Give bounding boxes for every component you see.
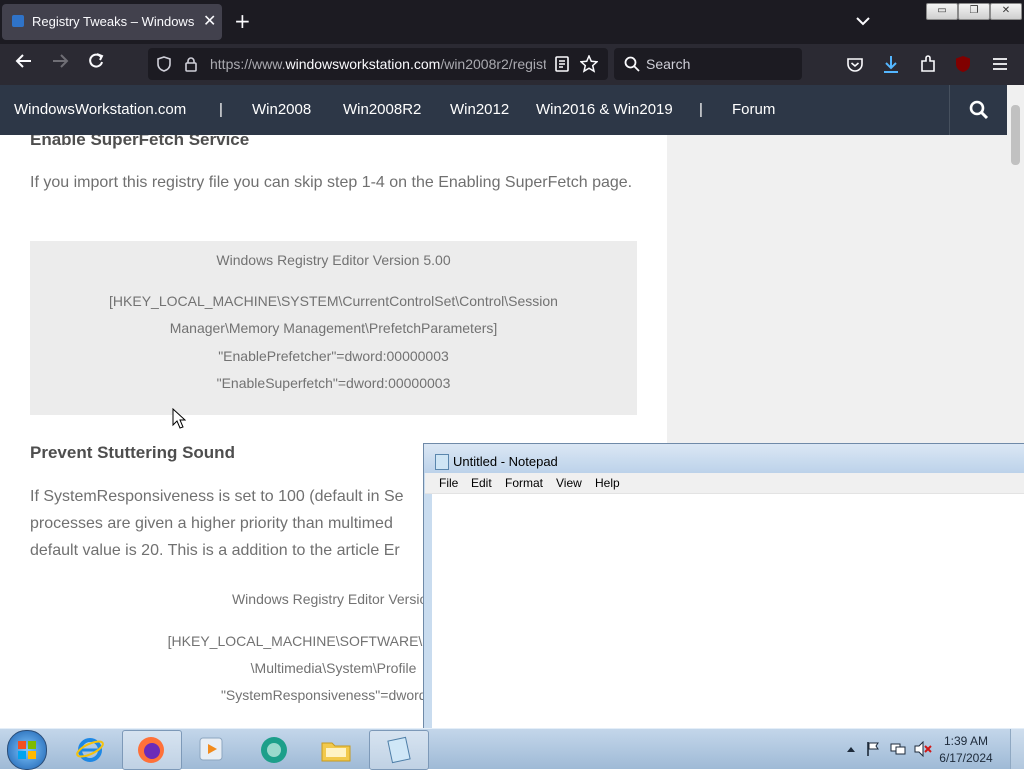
tab-title: Registry Tweaks – Windows 2008 R2: [32, 14, 198, 29]
notepad-menu-bar: File Edit Format View Help: [425, 473, 1024, 494]
taskbar-firefox[interactable]: [122, 730, 182, 770]
forward-button[interactable]: [48, 52, 72, 76]
firefox-icon: [138, 737, 164, 763]
ublock-icon[interactable]: [954, 55, 972, 73]
site-navigation: WindowsWorkstation.com | Win2008 Win2008…: [0, 85, 1007, 135]
bookmark-star-icon[interactable]: [580, 55, 598, 73]
arrow-left-icon: [15, 54, 31, 68]
shield-icon[interactable]: [156, 56, 172, 72]
menu-format[interactable]: Format: [505, 476, 543, 490]
section-paragraph-superfetch: If you import this registry file you can…: [30, 174, 633, 191]
list-all-tabs-button[interactable]: [856, 14, 870, 30]
restore-button[interactable]: ❐: [958, 3, 990, 20]
close-window-button[interactable]: ✕: [990, 3, 1022, 20]
nav-separator: |: [219, 101, 223, 118]
windows-logo-icon: [18, 741, 36, 759]
network-icon[interactable]: [890, 741, 906, 757]
section-heading-superfetch: Enable SuperFetch Service: [30, 135, 250, 149]
notepad-icon: [435, 454, 449, 470]
chevron-down-icon: [856, 17, 870, 26]
mouse-cursor-icon: [172, 408, 186, 429]
search-placeholder: Search: [646, 56, 691, 72]
nav-item-win2008r2[interactable]: Win2008R2: [343, 101, 421, 118]
reader-view-icon[interactable]: [554, 56, 570, 72]
notepad-text-area[interactable]: [432, 494, 1024, 730]
taskbar-explorer[interactable]: [307, 730, 365, 768]
address-bar[interactable]: https://www.windowsworkstation.com/win20…: [148, 48, 608, 80]
menu-file[interactable]: File: [439, 476, 458, 490]
hamburger-menu-icon[interactable]: [992, 57, 1008, 71]
extensions-icon[interactable]: [919, 55, 937, 73]
search-icon: [624, 56, 640, 72]
folder-icon: [321, 742, 351, 762]
clock-date[interactable]: 6/17/2024: [926, 751, 1006, 765]
back-button[interactable]: [12, 52, 36, 76]
internet-explorer-icon: [76, 738, 104, 762]
menu-view[interactable]: View: [556, 476, 582, 490]
tab-close-icon[interactable]: ✕: [203, 12, 216, 30]
notepad-title-bar[interactable]: Untitled - Notepad: [424, 444, 1024, 473]
tab-registry-tweaks[interactable]: Registry Tweaks – Windows 2008 R2 ✕: [2, 4, 222, 40]
url-domain: windowsworkstation.com: [285, 56, 441, 72]
show-hidden-icons-icon[interactable]: [846, 745, 856, 753]
nav-separator: |: [699, 101, 703, 118]
reload-button[interactable]: [84, 52, 108, 76]
nav-item-win2016-win2019[interactable]: Win2016 & Win2019: [536, 101, 673, 118]
taskbar-notepad[interactable]: [369, 730, 429, 770]
site-search-button[interactable]: [949, 85, 1008, 135]
taskbar-media-player[interactable]: [183, 730, 241, 768]
scrollbar-thumb[interactable]: [1011, 105, 1020, 165]
code-line: "EnablePrefetcher"=dword:00000003: [218, 348, 449, 364]
arrow-right-icon: [53, 54, 69, 68]
notepad-window[interactable]: Untitled - Notepad File Edit Format View…: [423, 443, 1024, 731]
section-heading-stuttering: Prevent Stuttering Sound: [30, 443, 235, 462]
nav-item-win2008[interactable]: Win2008: [252, 101, 311, 118]
search-icon: [969, 100, 989, 120]
taskbar: 1:39 AM 6/17/2024: [0, 728, 1024, 770]
code-line: Manager\Memory Management\PrefetchParame…: [169, 320, 498, 336]
taskbar-app[interactable]: [245, 730, 303, 768]
menu-edit[interactable]: Edit: [471, 476, 492, 490]
nav-item-win2012[interactable]: Win2012: [450, 101, 509, 118]
url-prefix: https://www.: [210, 56, 286, 72]
action-center-flag-icon[interactable]: [866, 741, 880, 757]
lock-icon[interactable]: [184, 56, 198, 72]
menu-help[interactable]: Help: [595, 476, 620, 490]
nav-item-forum[interactable]: Forum: [732, 101, 775, 118]
show-desktop-button[interactable]: [1010, 729, 1024, 769]
app-globe-icon: [261, 737, 287, 763]
system-tray: 1:39 AM 6/17/2024: [840, 729, 1024, 769]
clock-time[interactable]: 1:39 AM: [926, 734, 1006, 748]
minimize-button[interactable]: ▭: [926, 3, 958, 20]
taskbar-internet-explorer[interactable]: [61, 730, 119, 768]
pocket-icon[interactable]: [846, 56, 864, 74]
search-box[interactable]: Search: [614, 48, 802, 80]
notepad-icon: [387, 736, 411, 764]
media-player-icon: [199, 737, 223, 761]
site-brand-link[interactable]: WindowsWorkstation.com: [14, 101, 186, 118]
code-line: [HKEY_LOCAL_MACHINE\SYSTEM\CurrentContro…: [109, 293, 558, 309]
browser-toolbar: https://www.windowsworkstation.com/win20…: [0, 44, 1024, 105]
site-favicon-icon: [12, 15, 24, 27]
code-line: Windows Registry Editor Version 5.00: [216, 252, 451, 268]
browser-tab-strip: Registry Tweaks – Windows 2008 R2 ✕ + ▭ …: [0, 0, 1024, 44]
new-tab-button[interactable]: +: [234, 10, 251, 32]
url-text[interactable]: https://www.windowsworkstation.com/win20…: [210, 56, 546, 72]
download-icon[interactable]: [882, 55, 900, 75]
code-line: "EnableSuperfetch"=dword:00000003: [216, 375, 451, 391]
url-path: /win2008r2/registry-tweaks: [440, 56, 546, 72]
start-button[interactable]: [7, 730, 47, 770]
reload-icon: [89, 53, 104, 68]
notepad-title: Untitled - Notepad: [453, 454, 558, 469]
code-block-superfetch: Windows Registry Editor Version 5.00 [HK…: [30, 241, 637, 415]
